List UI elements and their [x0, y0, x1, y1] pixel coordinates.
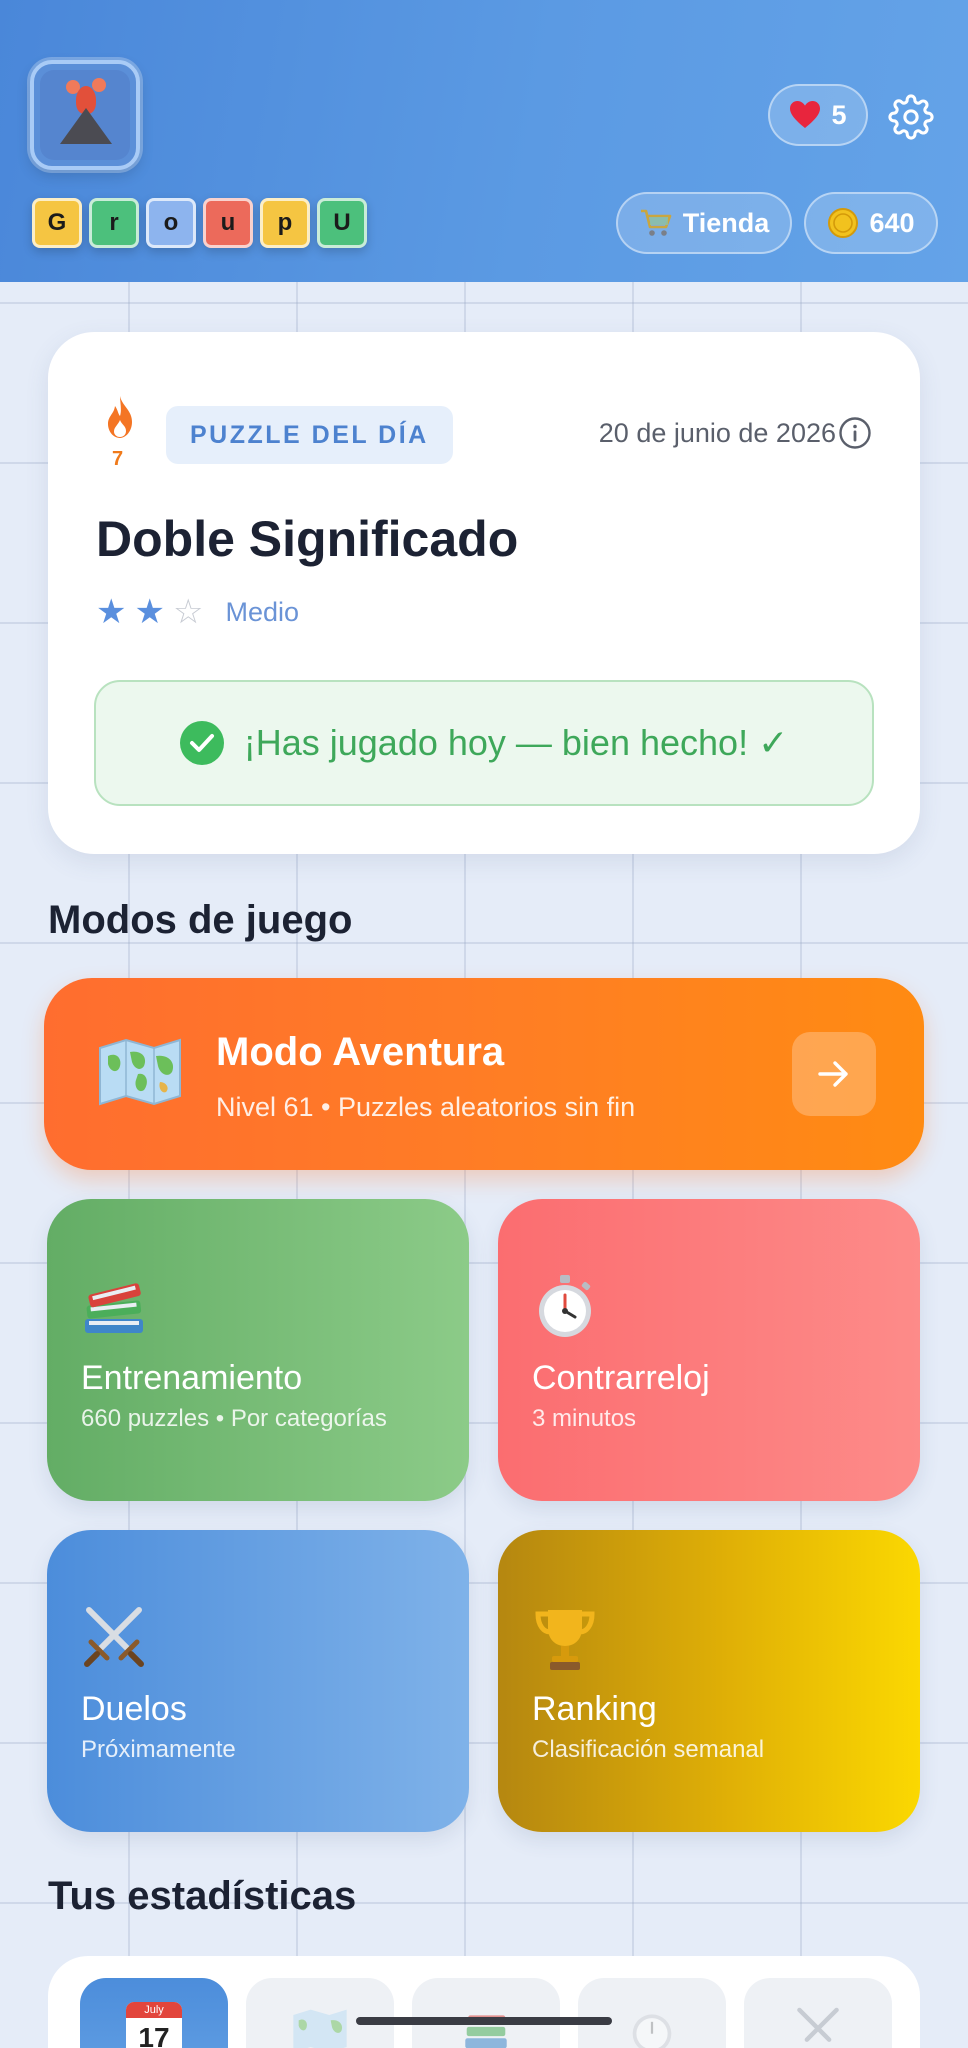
wordmark-tile: u [203, 198, 253, 248]
adventure-go-button[interactable] [792, 1032, 876, 1116]
trophy-icon [535, 1610, 595, 1670]
groupu-wordmark: G r o u p U [32, 198, 367, 248]
wordmark-tile: r [89, 198, 139, 248]
check-circle-icon [179, 721, 224, 765]
stopwatch-icon [632, 2014, 672, 2048]
map-icon [293, 2009, 347, 2048]
gear-icon[interactable] [888, 94, 934, 140]
wordmark-tile: p [260, 198, 310, 248]
ranking-subtitle: Clasificación semanal [532, 1736, 765, 1763]
adventure-mode-card[interactable]: Modo Aventura Nivel 61 • Puzzles aleator… [44, 978, 924, 1170]
wordmark-tile: o [146, 198, 196, 248]
stats-tab-timeattack[interactable] [578, 1978, 726, 2048]
timeattack-mode-card[interactable]: Contrarreloj 3 minutos [498, 1199, 920, 1501]
coins-count: 640 [869, 207, 915, 238]
streak-count: 7 [112, 448, 124, 470]
timeattack-title: Contrarreloj [532, 1359, 710, 1397]
calendar-month: July [126, 2002, 182, 2018]
coins-indicator[interactable]: 640 [804, 192, 938, 254]
difficulty-rating: ★ ★ ☆ Medio [96, 594, 299, 630]
daily-puzzle-card[interactable]: 7 PUZZLE DEL DÍA 20 de junio de 2026 Dob… [48, 332, 920, 854]
timeattack-subtitle: 3 minutos [532, 1405, 637, 1432]
shop-label: Tienda [682, 207, 770, 238]
duels-mode-card[interactable]: Duelos Próximamente [47, 1530, 469, 1832]
stats-tab-daily[interactable]: July 17 [80, 1978, 228, 2048]
adventure-subtitle: Nivel 61 • Puzzles aleatorios sin fin [216, 1092, 636, 1122]
played-today-message: ¡Has jugado hoy — bien hecho! ✓ [243, 722, 789, 763]
calendar-day: 17 [138, 2022, 170, 2048]
flame-icon [108, 396, 132, 438]
crossed-swords-icon [84, 1607, 144, 1667]
stats-tab-duels[interactable] [744, 1978, 892, 2048]
star-filled-icon: ★ [96, 593, 127, 631]
training-mode-card[interactable]: Entrenamiento 660 puzzles • Por categorí… [47, 1199, 469, 1501]
training-subtitle: 660 puzzles • Por categorías [81, 1405, 387, 1432]
played-today-banner: ¡Has jugado hoy — bien hecho! ✓ [94, 680, 874, 806]
star-filled-icon: ★ [134, 593, 165, 631]
duels-subtitle: Próximamente [81, 1736, 236, 1763]
modes-section-title: Modos de juego [48, 898, 353, 942]
stats-card: July 17 [48, 1956, 920, 2048]
adventure-title: Modo Aventura [216, 1030, 505, 1074]
shopping-cart-icon [640, 209, 672, 236]
stats-tab-training[interactable] [412, 1978, 560, 2048]
star-empty-icon: ☆ [172, 593, 204, 631]
ranking-title: Ranking [532, 1690, 657, 1728]
volcano-icon [40, 70, 130, 160]
wordmark-tile: G [32, 198, 82, 248]
daily-date: 20 de junio de 2026 [598, 418, 836, 448]
stats-section-title: Tus estadísticas [48, 1874, 357, 1918]
home-indicator [356, 2017, 612, 2025]
heart-icon [790, 101, 821, 128]
shop-button[interactable]: Tienda [616, 192, 792, 254]
books-icon [465, 2015, 507, 2048]
books-icon [85, 1283, 143, 1333]
lives-count: 5 [831, 99, 847, 130]
stats-tab-adventure[interactable] [246, 1978, 394, 2048]
difficulty-label: Medio [225, 596, 299, 627]
training-title: Entrenamiento [81, 1359, 303, 1397]
app-logo[interactable] [30, 60, 140, 170]
duels-title: Duelos [81, 1690, 187, 1728]
top-header: G r o u p U 5 Tienda 640 [0, 0, 968, 282]
daily-badge: PUZZLE DEL DÍA [166, 406, 453, 464]
lives-indicator[interactable]: 5 [768, 84, 868, 146]
wordmark-tile: U [317, 198, 367, 248]
world-map-icon [99, 1038, 181, 1106]
coin-icon [828, 208, 859, 238]
daily-puzzle-title: Doble Significado [96, 511, 519, 567]
info-icon[interactable] [838, 416, 872, 450]
crossed-swords-icon [797, 2007, 839, 2042]
stopwatch-icon [539, 1275, 591, 1337]
calendar-icon: July 17 [126, 2002, 182, 2048]
arrow-right-icon [818, 1061, 848, 1087]
ranking-mode-card[interactable]: Ranking Clasificación semanal [498, 1530, 920, 1832]
